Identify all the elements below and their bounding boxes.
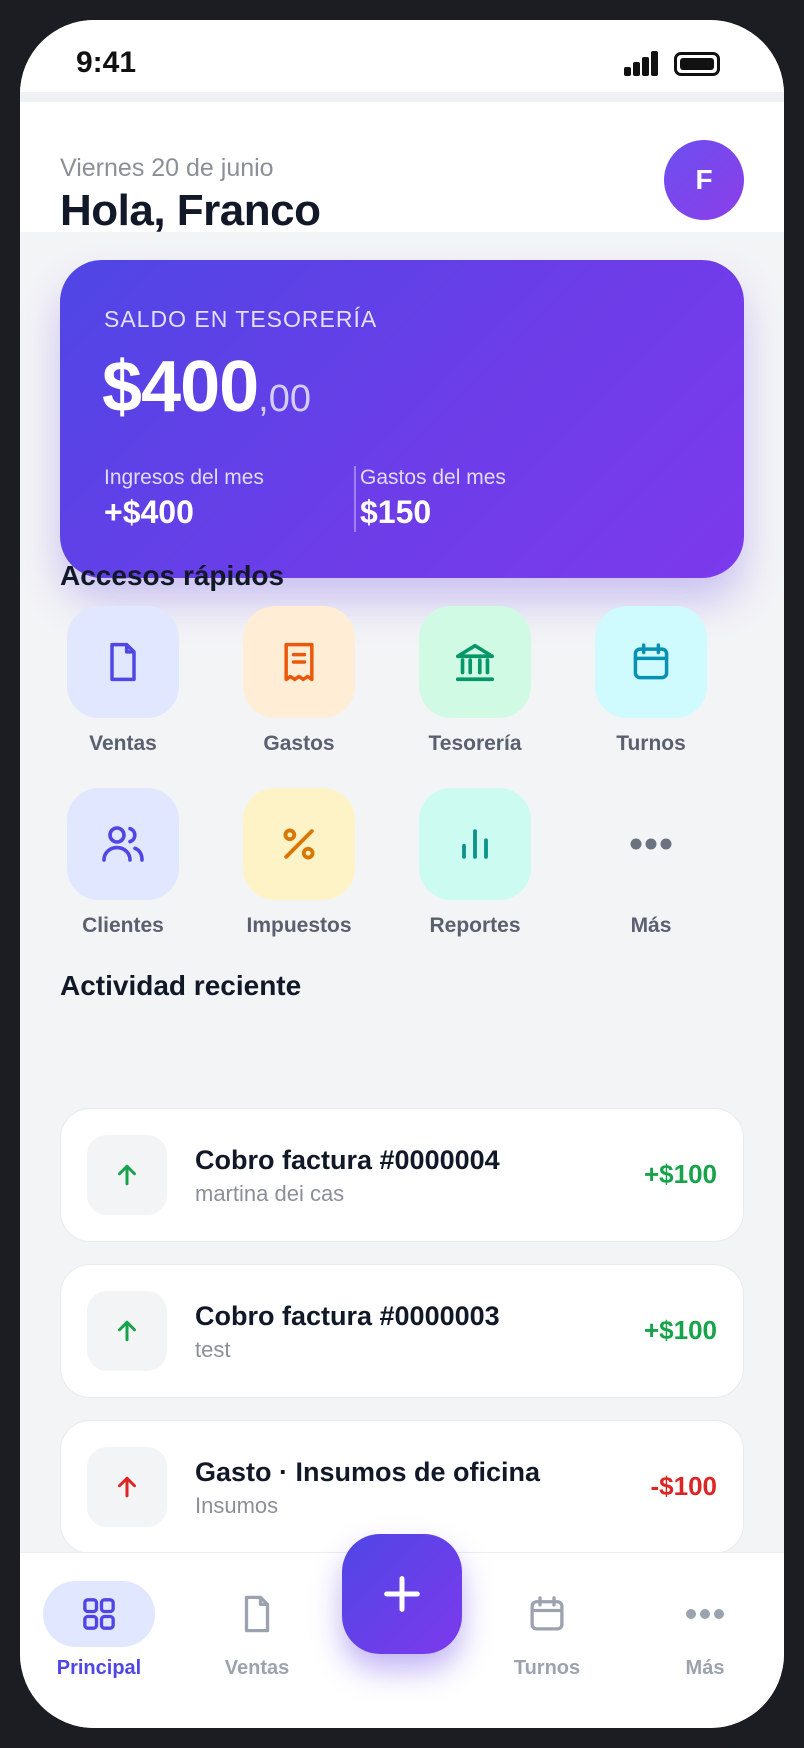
quick-access-label: Reportes	[429, 914, 521, 937]
calendar-icon	[633, 643, 669, 680]
percent-icon	[283, 828, 315, 860]
nav-icon-pill	[201, 1581, 313, 1647]
arrow-up-icon	[87, 1135, 167, 1215]
greeting-title: Hola, Franco	[60, 186, 321, 235]
expenses-value: $150	[360, 494, 432, 530]
more-icon	[630, 838, 672, 850]
bank-icon	[455, 643, 495, 682]
quick-access-reportes[interactable]: Reportes	[400, 788, 550, 938]
quick-access-impuestos[interactable]: Impuestos	[224, 788, 374, 938]
balance-label: SALDO EN TESORERÍA	[104, 306, 378, 332]
quick-access-tile	[67, 788, 179, 900]
calendar-icon	[530, 1596, 564, 1631]
income-label: Ingresos del mes	[104, 466, 264, 489]
arrow-up-icon	[87, 1291, 167, 1371]
quick-access-label: Clientes	[82, 914, 164, 937]
quick-access-title: Accesos rápidos	[60, 560, 285, 591]
date-label: Viernes 20 de junio	[60, 154, 274, 182]
activity-title-text: Gasto · Insumos de oficina	[195, 1457, 541, 1487]
income-value: +$400	[104, 494, 194, 530]
arrow-up-icon	[87, 1447, 167, 1527]
quick-access-tesoreria[interactable]: Tesorería	[400, 606, 550, 756]
receipt-icon	[284, 642, 314, 682]
device-frame: 9:41 Viernes 20 de junio Hola, Franco F …	[0, 0, 804, 1748]
nav-item-mas[interactable]: Más	[640, 1581, 770, 1680]
balance-amount-integer: $400	[102, 347, 259, 427]
status-divider	[20, 92, 784, 102]
quick-access-tile	[419, 606, 531, 718]
nav-label: Principal	[56, 1657, 142, 1679]
quick-access-ventas[interactable]: Ventas	[48, 606, 198, 756]
nav-item-principal[interactable]: Principal	[34, 1581, 164, 1680]
quick-access-tile	[595, 788, 707, 900]
activity-title-text: Cobro factura #0000003	[195, 1301, 500, 1331]
activity-subtitle: Insumos	[195, 1493, 279, 1518]
document-icon	[244, 1595, 270, 1633]
activity-item[interactable]: Cobro factura #0000003 test +$100	[60, 1264, 744, 1398]
quick-access-gastos[interactable]: Gastos	[224, 606, 374, 756]
quick-access-label: Gastos	[263, 732, 335, 755]
nav-label: Más	[685, 1657, 725, 1679]
users-icon	[102, 826, 144, 862]
quick-access-mas[interactable]: Más	[576, 788, 726, 938]
quick-access-tile	[243, 788, 355, 900]
quick-access-turnos[interactable]: Turnos	[576, 606, 726, 756]
nav-item-ventas[interactable]: Ventas	[192, 1581, 322, 1680]
document-icon	[110, 642, 136, 682]
expenses-label: Gastos del mes	[360, 466, 506, 489]
nav-icon-pill	[491, 1581, 603, 1647]
nav-label: Ventas	[224, 1657, 290, 1679]
avatar[interactable]: F	[664, 140, 744, 220]
quick-access-label: Impuestos	[246, 914, 352, 937]
status-bar: 9:41	[20, 20, 784, 92]
income-summary: Ingresos del mes +$400	[104, 466, 264, 531]
nav-icon-pill	[43, 1581, 155, 1647]
status-time: 9:41	[76, 46, 137, 79]
nav-item-turnos[interactable]: Turnos	[482, 1581, 612, 1680]
quick-access-clientes[interactable]: Clientes	[48, 788, 198, 938]
signal-icon	[624, 50, 660, 76]
activity-amount: +$100	[643, 1159, 717, 1189]
activity-title-text: Cobro factura #0000004	[195, 1145, 500, 1175]
screen: 9:41 Viernes 20 de junio Hola, Franco F …	[20, 20, 784, 1728]
activity-subtitle: test	[195, 1337, 231, 1362]
quick-access-tile	[67, 606, 179, 718]
more-icon	[686, 1609, 724, 1619]
quick-access-label: Ventas	[89, 732, 157, 755]
balance-amount-cents: ,00	[258, 378, 311, 420]
nav-label: Turnos	[513, 1657, 581, 1679]
quick-access-tile	[243, 606, 355, 718]
quick-access-label: Turnos	[616, 732, 686, 755]
battery-icon	[674, 52, 720, 76]
balance-card[interactable]: SALDO EN TESORERÍA $400,00 Ingresos del …	[60, 260, 744, 578]
add-button[interactable]	[342, 1534, 462, 1654]
quick-access-tile	[595, 606, 707, 718]
expenses-summary: Gastos del mes $150	[360, 466, 506, 531]
activity-item[interactable]: Cobro factura #0000004 martina dei cas +…	[60, 1108, 744, 1242]
nav-icon-pill	[649, 1581, 761, 1647]
activity-title: Actividad reciente	[60, 970, 302, 1001]
plus-icon	[384, 1576, 420, 1612]
activity-amount: +$100	[643, 1315, 717, 1345]
quick-access-label: Más	[630, 914, 672, 937]
bar-chart-icon	[462, 829, 488, 859]
quick-access-label: Tesorería	[428, 732, 522, 755]
activity-subtitle: martina dei cas	[195, 1181, 345, 1206]
balance-divider	[354, 466, 356, 532]
activity-amount: -$100	[650, 1471, 718, 1501]
balance-amount: $400,00	[102, 346, 311, 428]
quick-access-tile	[419, 788, 531, 900]
grid-icon	[83, 1598, 115, 1630]
